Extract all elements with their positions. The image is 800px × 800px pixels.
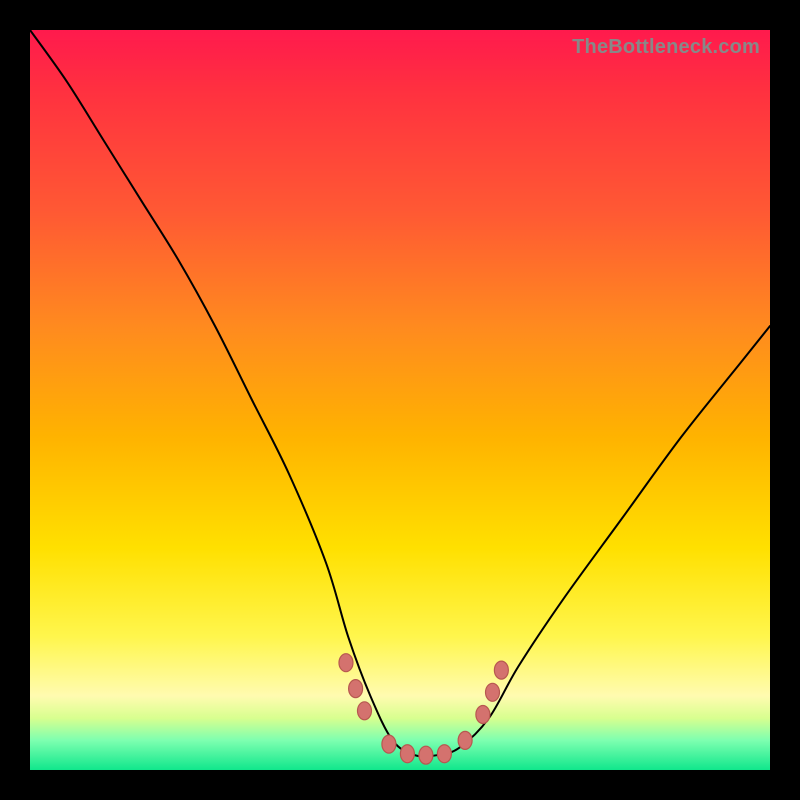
curve-marker <box>458 731 472 749</box>
chart-svg <box>30 30 770 770</box>
chart-plot-area: TheBottleneck.com <box>30 30 770 770</box>
curve-markers <box>339 654 508 765</box>
bottleneck-curve <box>30 30 770 757</box>
curve-marker <box>486 683 500 701</box>
curve-marker <box>357 702 371 720</box>
curve-marker <box>476 706 490 724</box>
curve-marker <box>437 745 451 763</box>
curve-marker <box>419 746 433 764</box>
curve-marker <box>400 745 414 763</box>
curve-marker <box>382 735 396 753</box>
curve-marker <box>349 680 363 698</box>
curve-marker <box>339 654 353 672</box>
chart-frame: TheBottleneck.com <box>0 0 800 800</box>
curve-marker <box>494 661 508 679</box>
